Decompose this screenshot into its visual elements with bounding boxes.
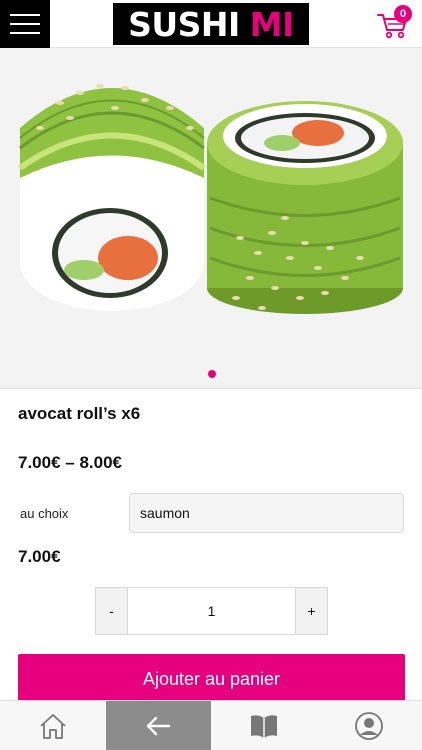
quantity-stepper: - 1 + — [95, 587, 328, 635]
product-price-range: 7.00€ – 8.00€ — [18, 453, 122, 472]
user-icon — [355, 711, 384, 740]
carousel-dot-active[interactable] — [208, 370, 216, 378]
product-title: avocat roll’s x6 — [18, 404, 141, 423]
quantity-minus-button[interactable]: - — [96, 588, 128, 634]
hamburger-menu-icon[interactable] — [0, 0, 50, 48]
nav-menu-book[interactable] — [211, 701, 317, 750]
nav-home[interactable] — [0, 701, 106, 750]
product-price: 7.00€ — [18, 547, 61, 566]
quantity-plus-button[interactable]: + — [295, 588, 327, 634]
logo-accent-text: MI — [249, 4, 295, 44]
book-icon — [250, 714, 277, 738]
nav-back[interactable] — [105, 701, 211, 750]
bottom-nav — [0, 700, 422, 750]
logo[interactable]: SUSHI MI — [113, 3, 309, 45]
quantity-input[interactable]: 1 — [128, 588, 295, 634]
cart-count-badge[interactable]: 0 — [394, 5, 412, 23]
choice-select[interactable]: saumon — [129, 493, 404, 533]
product-image-gallery[interactable] — [0, 48, 422, 388]
logo-main-text: SUSHI — [128, 4, 240, 44]
nav-account[interactable] — [317, 701, 422, 750]
back-arrow-icon — [147, 716, 171, 735]
app-header: SUSHI MI 0 — [0, 0, 422, 48]
home-icon — [40, 713, 66, 739]
sushi-avocado-roll-image — [0, 48, 422, 388]
divider — [0, 388, 422, 389]
choice-label: au choix — [20, 506, 69, 521]
add-to-cart-button[interactable]: Ajouter au panier — [18, 654, 405, 704]
